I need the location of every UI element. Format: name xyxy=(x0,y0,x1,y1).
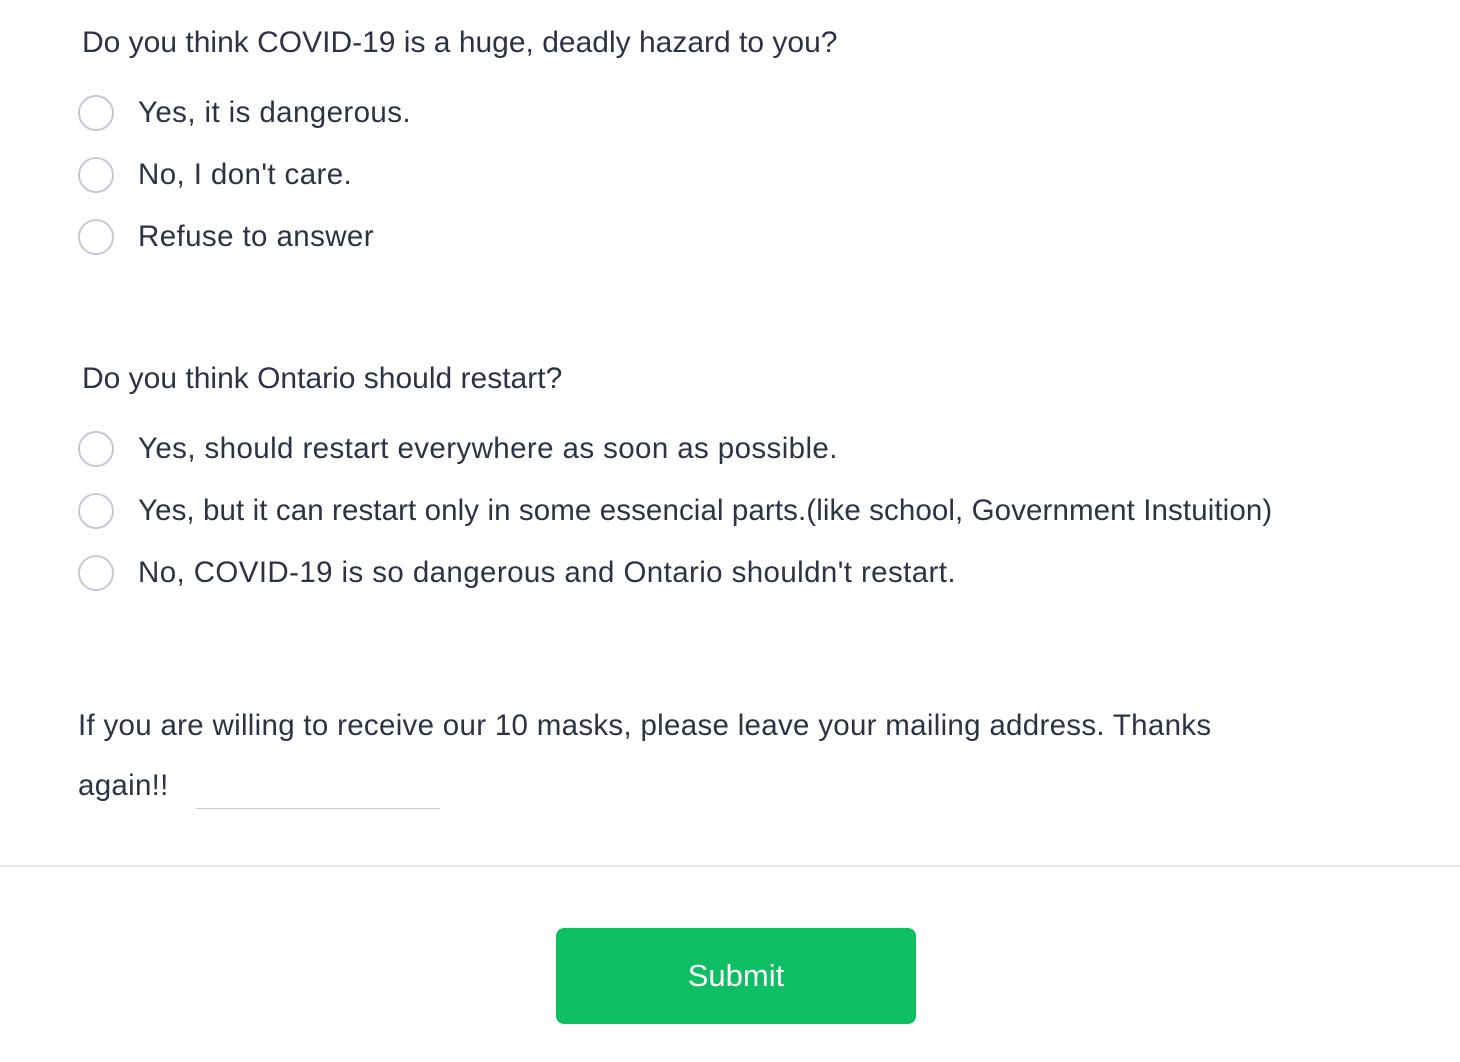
option-label: Yes, should restart everywhere as soon a… xyxy=(138,432,838,465)
q2-option-restart-everywhere[interactable]: Yes, should restart everywhere as soon a… xyxy=(78,429,838,469)
q1-option-no[interactable]: No, I don't care. xyxy=(78,155,352,195)
question-1-title: Do you think COVID-19 is a huge, deadly … xyxy=(82,26,838,59)
submit-button[interactable]: Submit xyxy=(556,928,916,1024)
mailing-address-input[interactable] xyxy=(196,776,440,809)
option-label: No, I don't care. xyxy=(138,158,353,191)
radio-button[interactable] xyxy=(78,157,114,193)
radio-button[interactable] xyxy=(78,95,114,131)
mask-prompt-line2: again!! xyxy=(78,769,169,802)
divider xyxy=(0,865,1460,867)
q2-option-no-restart[interactable]: No, COVID-19 is so dangerous and Ontario… xyxy=(78,553,956,593)
option-label: No, COVID-19 is so dangerous and Ontario… xyxy=(138,556,956,589)
q2-option-restart-partial[interactable]: Yes, but it can restart only in some ess… xyxy=(78,491,1272,531)
mask-prompt-line1: If you are willing to receive our 10 mas… xyxy=(78,709,1212,742)
q1-option-yes[interactable]: Yes, it is dangerous. xyxy=(78,93,411,133)
option-label: Refuse to answer xyxy=(138,220,374,253)
option-label: Yes, but it can restart only in some ess… xyxy=(138,494,1273,527)
option-label: Yes, it is dangerous. xyxy=(138,96,411,129)
radio-button[interactable] xyxy=(78,555,114,591)
radio-button[interactable] xyxy=(78,219,114,255)
q1-option-refuse[interactable]: Refuse to answer xyxy=(78,217,374,257)
radio-button[interactable] xyxy=(78,431,114,467)
question-2-title: Do you think Ontario should restart? xyxy=(82,362,563,395)
radio-button[interactable] xyxy=(78,493,114,529)
